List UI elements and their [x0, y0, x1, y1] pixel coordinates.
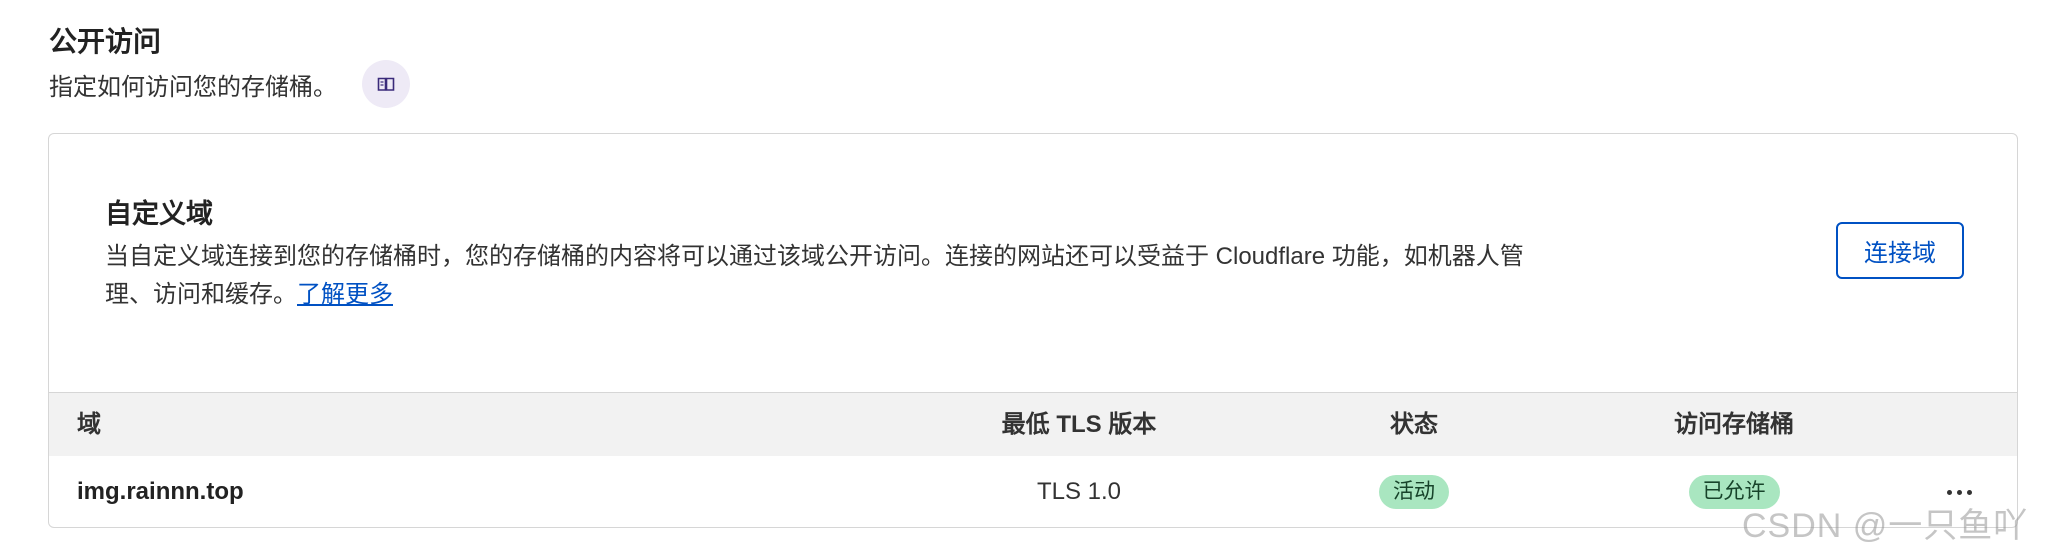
domain-cell: img.rainnn.top — [77, 478, 244, 505]
section-description: 指定如何访问您的存储桶。 — [49, 73, 337, 101]
column-header-min-tls: 最低 TLS 版本 — [1001, 411, 1157, 438]
column-header-domain: 域 — [77, 411, 101, 438]
custom-domain-description: 当自定义域连接到您的存储桶时，您的存储桶的内容将可以通过该域公开访问。连接的网站… — [105, 238, 1525, 314]
more-dot-icon — [1966, 489, 1972, 495]
status-cell: 活动 — [1339, 456, 1489, 527]
watermark: CSDN @一只鱼吖 — [1742, 507, 2029, 545]
r2-public-access-page: 公开访问 指定如何访问您的存储桶。 自定义域 当自定义域连接到您的存储桶时，您的… — [0, 0, 2048, 555]
more-dot-icon — [1946, 489, 1952, 495]
tls-version-cell: TLS 1.0 — [1036, 478, 1122, 505]
section-description-row: 指定如何访问您的存储桶。 — [49, 60, 410, 108]
domains-table-header: 域 最低 TLS 版本 状态 访问存储桶 — [49, 392, 2017, 456]
column-header-bucket-access: 访问存储桶 — [1674, 411, 1794, 438]
learn-more-link[interactable]: 了解更多 — [297, 281, 393, 308]
table-row: img.rainnn.top TLS 1.0 活动 已允许 — [49, 456, 2017, 527]
column-header-status: 状态 — [1390, 411, 1438, 438]
section-title: 公开访问 — [49, 26, 162, 57]
more-dot-icon — [1956, 489, 1962, 495]
custom-domain-card: 自定义域 当自定义域连接到您的存储桶时，您的存储桶的内容将可以通过该域公开访问。… — [48, 133, 2018, 528]
status-badge: 活动 — [1379, 475, 1449, 509]
documentation-button[interactable] — [362, 60, 410, 108]
custom-domain-title: 自定义域 — [105, 199, 213, 229]
connect-domain-button[interactable]: 连接域 — [1836, 222, 1964, 279]
book-icon — [377, 77, 395, 91]
